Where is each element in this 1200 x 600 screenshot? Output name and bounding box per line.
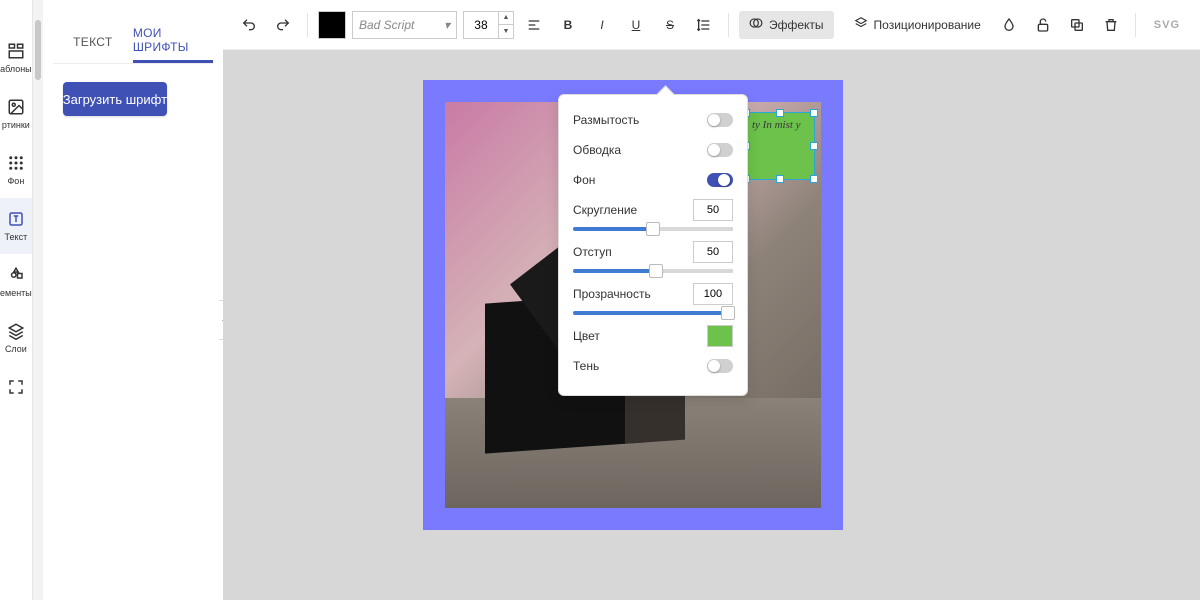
- padding-slider[interactable]: [573, 269, 733, 273]
- text-icon: [7, 210, 25, 228]
- stroke-label: Обводка: [573, 143, 621, 157]
- color-label: Цвет: [573, 329, 600, 343]
- size-increase-button[interactable]: ▲: [499, 12, 513, 25]
- toolbar: Bad Script▾ ▲ ▼ B I U S Эффекты: [223, 0, 1200, 50]
- unlock-button[interactable]: [1029, 11, 1057, 39]
- canvas[interactable]: ty In mist y Размытость Обводка Фон Скру…: [223, 50, 1200, 600]
- radius-input[interactable]: [693, 199, 733, 221]
- panel-scrollbar[interactable]: [33, 0, 43, 600]
- resize-handle[interactable]: [776, 109, 784, 117]
- rail-templates[interactable]: аблоны: [0, 30, 32, 86]
- blur-toggle[interactable]: [707, 113, 733, 127]
- selected-text-element[interactable]: ty In mist y: [745, 112, 815, 180]
- strikethrough-button[interactable]: S: [656, 11, 684, 39]
- left-rail: аблоны ртинки Фон Текст ементы Слои: [0, 0, 33, 600]
- font-size-field[interactable]: [464, 12, 498, 38]
- chevron-down-icon: ▾: [444, 18, 450, 32]
- divider: [1135, 13, 1136, 37]
- rail-elements[interactable]: ементы: [0, 254, 32, 310]
- shadow-toggle[interactable]: [707, 359, 733, 373]
- divider: [307, 13, 308, 37]
- background-icon: [7, 154, 25, 172]
- radius-label: Скругление: [573, 203, 637, 217]
- rail-fullscreen[interactable]: [0, 366, 32, 408]
- resize-handle[interactable]: [810, 175, 818, 183]
- size-decrease-button[interactable]: ▼: [499, 25, 513, 38]
- tab-text[interactable]: ТЕКСТ: [53, 20, 133, 63]
- bg-color-swatch[interactable]: [707, 325, 733, 347]
- effects-icon: [749, 16, 763, 33]
- undo-button[interactable]: [235, 11, 263, 39]
- rail-images[interactable]: ртинки: [0, 86, 32, 142]
- opacity-label: Прозрачность: [573, 287, 651, 301]
- radius-slider[interactable]: [573, 227, 733, 231]
- panel-tabs: ТЕКСТ МОИ ШРИФТЫ: [53, 20, 213, 64]
- elements-icon: [7, 266, 25, 284]
- export-svg-button[interactable]: SVG: [1146, 19, 1188, 31]
- opacity-button[interactable]: [995, 11, 1023, 39]
- upload-font-button[interactable]: Загрузить шрифт: [63, 82, 167, 116]
- tab-my-fonts[interactable]: МОИ ШРИФТЫ: [133, 20, 213, 63]
- opacity-slider[interactable]: [573, 311, 733, 315]
- canvas-area: Bad Script▾ ▲ ▼ B I U S Эффекты: [223, 0, 1200, 600]
- rail-layers[interactable]: Слои: [0, 310, 32, 366]
- resize-handle[interactable]: [810, 109, 818, 117]
- blur-label: Размытость: [573, 113, 639, 127]
- images-icon: [7, 98, 25, 116]
- redo-button[interactable]: [269, 11, 297, 39]
- divider: [728, 13, 729, 37]
- position-button[interactable]: Позиционирование: [846, 16, 989, 33]
- layers-icon: [7, 322, 25, 340]
- padding-input[interactable]: [693, 241, 733, 263]
- side-panel: ТЕКСТ МОИ ШРИФТЫ Загрузить шрифт ◀: [33, 0, 223, 600]
- italic-button[interactable]: I: [588, 11, 616, 39]
- opacity-input[interactable]: [693, 283, 733, 305]
- layers-icon: [854, 16, 868, 33]
- bold-button[interactable]: B: [554, 11, 582, 39]
- resize-handle[interactable]: [776, 175, 784, 183]
- text-color-swatch[interactable]: [318, 11, 346, 39]
- line-height-button[interactable]: [690, 11, 718, 39]
- shadow-label: Тень: [573, 359, 599, 373]
- background-label: Фон: [573, 173, 595, 187]
- fullscreen-icon: [7, 378, 25, 396]
- underline-button[interactable]: U: [622, 11, 650, 39]
- delete-button[interactable]: [1097, 11, 1125, 39]
- align-button[interactable]: [520, 11, 548, 39]
- templates-icon: [7, 42, 25, 60]
- stroke-toggle[interactable]: [707, 143, 733, 157]
- effects-button[interactable]: Эффекты: [739, 11, 834, 39]
- effects-popover: Размытость Обводка Фон Скругление Отступ…: [558, 94, 748, 396]
- padding-label: Отступ: [573, 245, 612, 259]
- rail-text[interactable]: Текст: [0, 198, 32, 254]
- resize-handle[interactable]: [810, 142, 818, 150]
- duplicate-button[interactable]: [1063, 11, 1091, 39]
- background-toggle[interactable]: [707, 173, 733, 187]
- font-family-select[interactable]: Bad Script▾: [352, 11, 457, 39]
- font-size-input[interactable]: ▲ ▼: [463, 11, 514, 39]
- rail-background[interactable]: Фон: [0, 142, 32, 198]
